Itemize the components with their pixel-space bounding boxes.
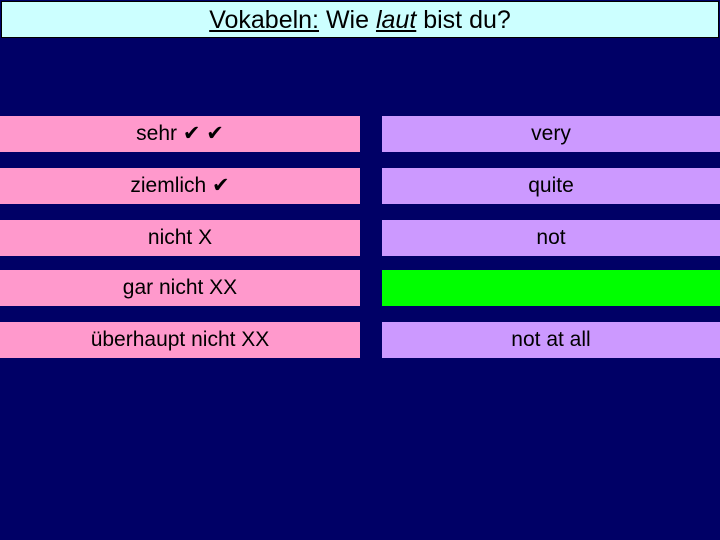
german-cell-4[interactable]: gar nicht XX [0, 270, 360, 306]
english-cell-3[interactable]: not [382, 220, 720, 256]
title-laut: laut [375, 6, 417, 34]
english-cell-4-hidden[interactable] [382, 270, 720, 306]
english-cell-2[interactable]: quite [382, 168, 720, 204]
german-cell-3[interactable]: nicht X [0, 220, 360, 256]
title-wie: Wie [319, 6, 376, 34]
english-cell-1[interactable]: very [382, 116, 720, 152]
german-cell-5[interactable]: überhaupt nicht XX [0, 322, 360, 358]
german-cell-2[interactable]: ziemlich ✔ [0, 168, 360, 204]
german-cell-1[interactable]: sehr ✔ ✔ [0, 116, 360, 152]
slide-title: Vokabeln: Wie laut bist du? [1, 1, 719, 38]
title-vokabeln: Vokabeln: [209, 6, 320, 34]
english-cell-5[interactable]: not at all [382, 322, 720, 358]
title-bist-du: bist du? [416, 6, 511, 34]
